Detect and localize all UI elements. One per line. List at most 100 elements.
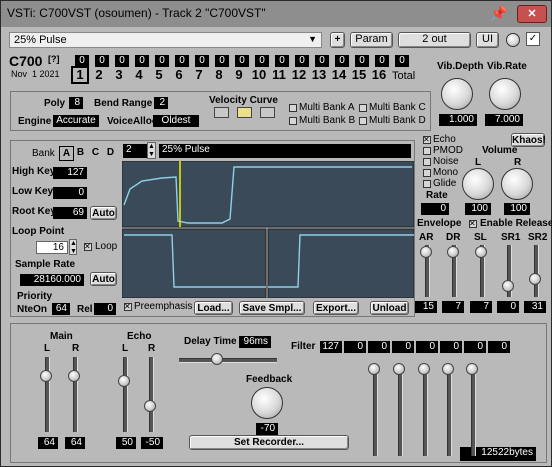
channel-button-15[interactable]: 15 [351, 67, 367, 82]
vib-rate-value[interactable]: 7.000 [485, 114, 523, 126]
filter-value[interactable]: 0 [416, 341, 438, 353]
channel-button-6[interactable]: 6 [171, 67, 187, 82]
envelope-sl-value[interactable]: 7 [470, 301, 492, 313]
set-recorder-button[interactable]: Set Recorder... [189, 435, 349, 450]
mono-checkbox[interactable] [423, 169, 431, 177]
velocity-curve-log[interactable] [237, 107, 252, 118]
envelope-sr1-slider[interactable] [502, 280, 514, 292]
program-spinner[interactable]: ▲ ▼ [147, 142, 156, 159]
program-number[interactable]: 2 [123, 144, 147, 158]
glide-rate-value[interactable]: 0 [421, 203, 449, 215]
mix-knob[interactable] [506, 33, 520, 47]
channel-button-13[interactable]: 13 [311, 67, 327, 82]
low-key-value[interactable]: 0 [53, 187, 87, 199]
filter-slider[interactable] [393, 363, 405, 375]
root-key-auto-button[interactable]: Auto [90, 206, 117, 220]
help-link[interactable]: [?] [48, 54, 60, 64]
loop-checkbox[interactable] [84, 241, 92, 252]
rel-value[interactable]: 0 [94, 303, 116, 315]
channel-button-10[interactable]: 10 [251, 67, 267, 82]
waveform-display[interactable] [122, 161, 414, 298]
filter-value[interactable]: 0 [488, 341, 510, 353]
echo-checkbox[interactable] [423, 134, 431, 145]
volume-l-knob[interactable] [462, 168, 494, 200]
multibank-checkbox[interactable] [359, 104, 367, 112]
multibank-checkbox[interactable] [359, 117, 367, 125]
feedback-knob[interactable] [251, 387, 283, 419]
channel-button-3[interactable]: 3 [111, 67, 127, 82]
velocity-curve-linear[interactable] [260, 107, 275, 118]
add-preset-button[interactable]: + [330, 32, 345, 48]
multibank-checkbox[interactable] [289, 104, 297, 112]
feedback-value[interactable]: -70 [256, 423, 278, 435]
velocity-curve-flat[interactable] [214, 107, 229, 118]
main-l-value[interactable]: 64 [38, 437, 58, 449]
envelope-ar-slider[interactable] [420, 246, 432, 258]
filter-slider[interactable] [368, 363, 380, 375]
nteon-value[interactable]: 64 [52, 303, 70, 315]
save-sample-button[interactable]: Save Smpl... [239, 301, 305, 315]
envelope-ar-value[interactable]: 15 [415, 301, 437, 313]
voice-alloc-value[interactable]: Oldest [153, 115, 199, 127]
channel-button-11[interactable]: 11 [271, 67, 287, 82]
filter-value[interactable]: 0 [440, 341, 462, 353]
multibank-checkbox[interactable] [289, 117, 297, 125]
bend-range-value[interactable]: 2 [154, 97, 168, 109]
filter-value[interactable]: 0 [368, 341, 390, 353]
channel-button-16[interactable]: 16 [371, 67, 387, 82]
envelope-sl-slider[interactable] [475, 246, 487, 258]
pin-icon[interactable]: 📌 [490, 5, 507, 22]
delay-time-value[interactable]: 96ms [239, 336, 271, 348]
echo-l-value[interactable]: 50 [116, 437, 136, 449]
filter-value[interactable]: 0 [344, 341, 366, 353]
pmod-checkbox[interactable] [423, 147, 431, 155]
echo-l-slider[interactable] [118, 375, 130, 387]
noise-checkbox[interactable] [423, 158, 431, 166]
unload-button[interactable]: Unload [370, 301, 409, 315]
channel-button-14[interactable]: 14 [331, 67, 347, 82]
ui-button[interactable]: UI [476, 32, 499, 48]
filter-slider[interactable] [418, 363, 430, 375]
envelope-sr2-value[interactable]: 31 [524, 301, 546, 313]
export-button[interactable]: Export... [313, 301, 359, 315]
channel-button-1[interactable]: 1 [71, 66, 89, 84]
bank-b[interactable]: B [74, 146, 87, 159]
envelope-dr-slider[interactable] [447, 246, 459, 258]
enable-checkbox[interactable]: ✓ [526, 32, 540, 46]
channel-button-7[interactable]: 7 [191, 67, 207, 82]
param-button[interactable]: Param [350, 32, 393, 48]
channel-button-4[interactable]: 4 [131, 67, 147, 82]
loop-point-spinner[interactable]: ▲ ▼ [69, 239, 77, 255]
bank-a[interactable]: A [59, 146, 74, 161]
main-r-slider[interactable] [68, 370, 80, 382]
output-button[interactable]: 2 out [398, 32, 471, 48]
sample-rate-auto-button[interactable]: Auto [90, 272, 117, 286]
filter-slider[interactable] [442, 363, 454, 375]
bank-d[interactable]: D [104, 146, 117, 159]
filter-slider[interactable] [466, 363, 478, 375]
high-key-value[interactable]: 127 [53, 167, 87, 179]
main-l-slider[interactable] [40, 370, 52, 382]
echo-r-value[interactable]: -50 [141, 437, 163, 449]
envelope-sr2-slider[interactable] [529, 273, 541, 285]
sample-rate-value[interactable]: 28160.000 [20, 274, 84, 286]
vib-rate-knob[interactable] [489, 78, 521, 110]
filter-value[interactable]: 0 [464, 341, 486, 353]
main-r-value[interactable]: 64 [65, 437, 85, 449]
channel-button-5[interactable]: 5 [151, 67, 167, 82]
program-name[interactable]: 25% Pulse [159, 144, 411, 158]
volume-r-value[interactable]: 100 [504, 203, 530, 215]
envelope-sr1-value[interactable]: 0 [497, 301, 519, 313]
channel-button-2[interactable]: 2 [91, 67, 107, 82]
vib-depth-value[interactable]: 1.000 [439, 114, 477, 126]
channel-button-8[interactable]: 8 [211, 67, 227, 82]
filter-value[interactable]: 0 [392, 341, 414, 353]
loop-point-value[interactable]: 16 [36, 241, 68, 254]
close-button[interactable]: ✕ [517, 5, 547, 23]
channel-button-9[interactable]: 9 [231, 67, 247, 82]
poly-value[interactable]: 8 [69, 97, 83, 109]
volume-r-knob[interactable] [501, 168, 533, 200]
echo-r-slider[interactable] [144, 400, 156, 412]
delay-time-slider[interactable] [211, 353, 223, 365]
preemphasis-checkbox[interactable] [124, 301, 132, 312]
